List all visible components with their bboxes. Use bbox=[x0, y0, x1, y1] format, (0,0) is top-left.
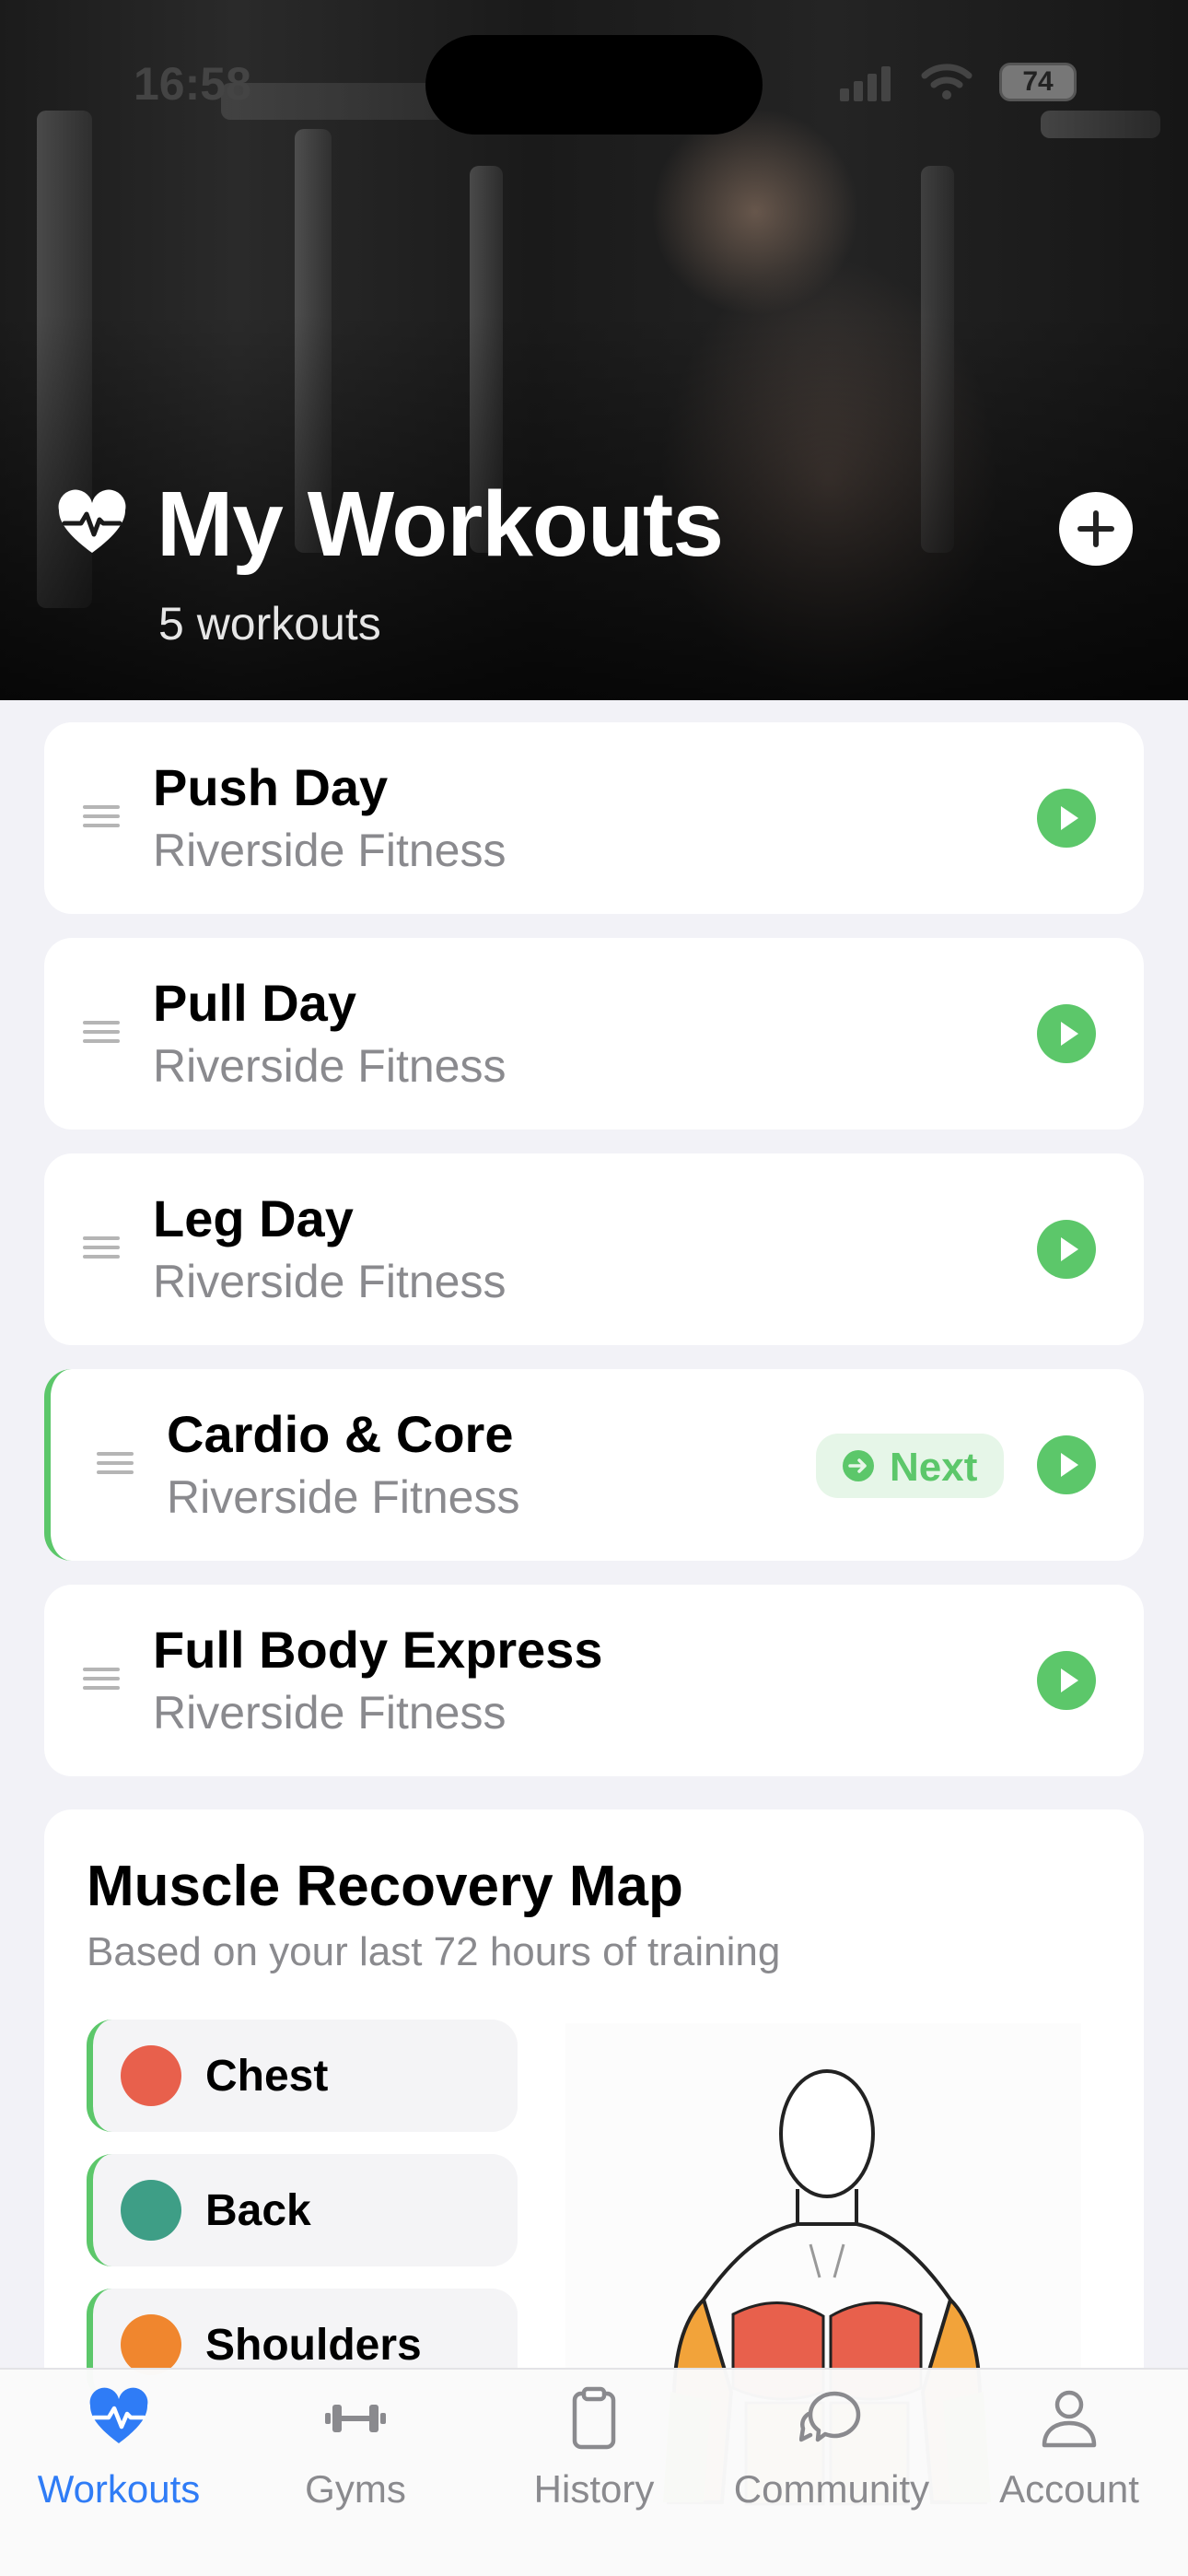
workout-gym: Riverside Fitness bbox=[153, 1040, 507, 1092]
tab-history[interactable]: History bbox=[488, 2386, 700, 2515]
tab-workouts[interactable]: Workouts bbox=[13, 2386, 225, 2515]
workouts-screen: 16:58 74 My Workouts 5 workouts Push Day… bbox=[0, 0, 1188, 2576]
shoulders-muscle-icon bbox=[121, 2314, 181, 2375]
drag-handle-icon[interactable] bbox=[83, 1236, 120, 1260]
tab-label: Community bbox=[733, 2467, 930, 2511]
drag-handle-icon[interactable] bbox=[83, 1021, 120, 1045]
start-workout-button[interactable] bbox=[1037, 789, 1096, 848]
next-badge-label: Next bbox=[890, 1445, 978, 1490]
next-badge: Next bbox=[816, 1434, 1004, 1498]
tab-account[interactable]: Account bbox=[963, 2386, 1175, 2515]
start-workout-button[interactable] bbox=[1037, 1004, 1096, 1063]
drag-handle-icon[interactable] bbox=[83, 1668, 120, 1692]
muscle-item-back[interactable]: Back bbox=[87, 2154, 518, 2266]
heart-pulse-icon bbox=[89, 2387, 148, 2443]
start-workout-button[interactable] bbox=[1037, 1435, 1096, 1494]
workout-name: Push Day bbox=[153, 758, 389, 816]
tab-label: Workouts bbox=[37, 2467, 201, 2511]
arrow-circle-icon bbox=[843, 1450, 874, 1481]
header-title-row: My Workouts bbox=[55, 461, 1133, 590]
heart-pulse-icon bbox=[58, 489, 126, 553]
play-icon bbox=[1061, 806, 1078, 830]
workout-card-pull-day[interactable]: Pull Day Riverside Fitness bbox=[44, 938, 1144, 1130]
person-icon bbox=[1042, 2390, 1097, 2448]
recovery-title: Muscle Recovery Map bbox=[87, 1855, 683, 1918]
wifi-icon bbox=[921, 64, 973, 100]
play-icon bbox=[1061, 1022, 1078, 1046]
muscle-label: Back bbox=[205, 2186, 311, 2235]
tab-label: History bbox=[533, 2467, 655, 2511]
muscle-label: Chest bbox=[205, 2052, 329, 2101]
dynamic-island bbox=[425, 35, 763, 135]
drag-handle-icon[interactable] bbox=[83, 805, 120, 829]
workout-gym: Riverside Fitness bbox=[167, 1471, 520, 1523]
workout-card-leg-day[interactable]: Leg Day Riverside Fitness bbox=[44, 1153, 1144, 1345]
workout-gym: Riverside Fitness bbox=[153, 825, 507, 876]
tab-community[interactable]: Community bbox=[726, 2386, 938, 2515]
workout-name: Full Body Express bbox=[153, 1621, 603, 1679]
play-icon bbox=[1061, 1453, 1078, 1477]
play-icon bbox=[1061, 1669, 1078, 1692]
muscle-item-chest[interactable]: Chest bbox=[87, 2020, 518, 2132]
workout-name: Cardio & Core bbox=[167, 1405, 514, 1463]
page-title: My Workouts bbox=[157, 473, 724, 576]
clipboard-icon bbox=[572, 2386, 616, 2450]
cellular-signal-icon bbox=[840, 66, 891, 101]
start-workout-button[interactable] bbox=[1037, 1220, 1096, 1279]
battery-indicator: 74 bbox=[999, 63, 1077, 101]
start-workout-button[interactable] bbox=[1037, 1651, 1096, 1710]
add-workout-button[interactable] bbox=[1059, 492, 1133, 566]
chat-bubbles-icon bbox=[799, 2391, 861, 2442]
hero-header: 16:58 74 My Workouts 5 workouts bbox=[0, 0, 1188, 700]
chest-muscle-icon bbox=[121, 2045, 181, 2106]
back-muscle-icon bbox=[121, 2180, 181, 2241]
status-bar: 16:58 74 bbox=[0, 0, 1188, 166]
workout-name: Pull Day bbox=[153, 974, 356, 1032]
workout-card-cardio-core[interactable]: Cardio & Core Riverside Fitness Next bbox=[44, 1369, 1144, 1561]
status-time: 16:58 bbox=[134, 58, 251, 110]
tab-bar: Workouts Gyms History Community Account bbox=[0, 2368, 1188, 2576]
workout-gym: Riverside Fitness bbox=[153, 1687, 507, 1739]
recovery-subtitle: Based on your last 72 hours of training bbox=[87, 1929, 781, 1974]
drag-handle-icon[interactable] bbox=[97, 1452, 134, 1476]
muscle-label: Shoulders bbox=[205, 2321, 422, 2370]
tab-label: Gyms bbox=[305, 2467, 406, 2511]
workout-gym: Riverside Fitness bbox=[153, 1256, 507, 1307]
dumbbell-icon bbox=[325, 2405, 386, 2432]
play-icon bbox=[1061, 1237, 1078, 1261]
plus-icon bbox=[1077, 510, 1114, 547]
workout-card-push-day[interactable]: Push Day Riverside Fitness bbox=[44, 722, 1144, 914]
workout-name: Leg Day bbox=[153, 1189, 354, 1247]
tab-label: Account bbox=[999, 2467, 1139, 2511]
tab-gyms[interactable]: Gyms bbox=[250, 2386, 461, 2515]
workout-count: 5 workouts bbox=[158, 598, 381, 650]
workout-card-full-body-express[interactable]: Full Body Express Riverside Fitness bbox=[44, 1585, 1144, 1776]
